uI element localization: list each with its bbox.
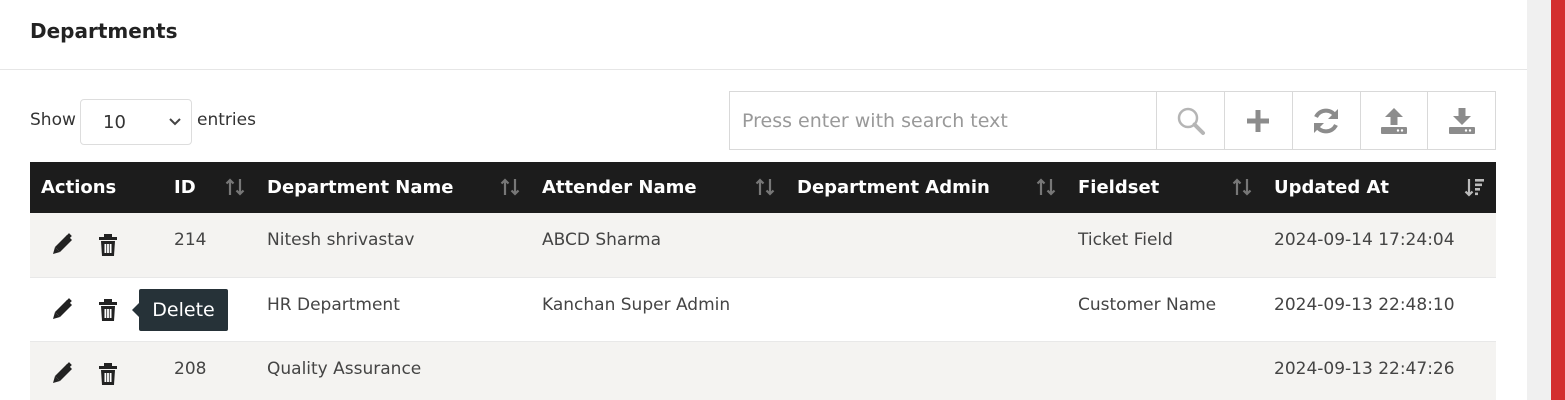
table-row: HR Department Kanchan Super Admin Custom… [30, 277, 1496, 341]
sort-icon [500, 178, 520, 196]
sort-icon [1036, 178, 1056, 196]
download-button[interactable] [1427, 92, 1496, 149]
sort-icon [1232, 178, 1252, 196]
sort-icon [755, 178, 775, 196]
table-row: 214 Nitesh shrivastav ABCD Sharma Ticket… [30, 213, 1496, 277]
search-button[interactable] [1156, 92, 1225, 149]
plus-icon [1247, 109, 1270, 132]
add-button[interactable] [1224, 92, 1292, 149]
row-actions [30, 341, 163, 400]
header-updated-at[interactable]: Updated At [1263, 162, 1496, 213]
header-actions: Actions [41, 177, 117, 198]
cell-department-admin [786, 213, 1067, 277]
cell-department-admin [786, 277, 1067, 341]
cell-department-name: Quality Assurance [267, 358, 422, 379]
scroll-gutter [1527, 0, 1551, 400]
cell-updated-at: 2024-09-14 17:24:04 [1274, 230, 1455, 250]
entries-select-value: 10 [103, 111, 126, 133]
header-department-name[interactable]: Department Name [256, 162, 531, 213]
cell-department-admin [786, 341, 1067, 400]
search-icon [1177, 107, 1205, 135]
trash-icon[interactable] [97, 362, 119, 386]
show-label: Show [30, 110, 76, 130]
table-header-row: Actions ID Department Name Attender Name… [30, 162, 1496, 213]
departments-table-wrap: Actions ID Department Name Attender Name… [30, 162, 1496, 400]
delete-tooltip: Delete [132, 289, 228, 331]
cell-attender-name: ABCD Sharma [542, 230, 662, 250]
cell-fieldset [1067, 341, 1263, 400]
entries-label: entries [197, 110, 256, 130]
edit-icon[interactable] [52, 233, 74, 257]
cell-department-name: Nitesh shrivastav [267, 230, 415, 250]
page-title: Departments [30, 19, 178, 43]
departments-table: Actions ID Department Name Attender Name… [30, 162, 1496, 400]
download-icon [1448, 107, 1475, 134]
header-attender-name[interactable]: Attender Name [531, 162, 786, 213]
row-actions [30, 213, 163, 277]
cell-fieldset: Ticket Field [1078, 230, 1173, 250]
trash-icon[interactable] [97, 233, 119, 257]
entries-select[interactable]: 10 [80, 99, 192, 145]
title-divider [0, 69, 1527, 70]
sort-icon [225, 178, 245, 196]
trash-icon[interactable] [97, 298, 119, 322]
page: Departments Show 10 entries Press enter … [0, 0, 1565, 400]
chevron-down-icon [169, 118, 181, 126]
refresh-button[interactable] [1291, 92, 1360, 149]
upload-icon [1380, 107, 1407, 134]
cell-id: 214 [174, 230, 207, 250]
table-row: 208 Quality Assurance 2024-09-13 22:47:2… [30, 341, 1496, 400]
cell-updated-at: 2024-09-13 22:47:26 [1274, 358, 1455, 379]
accent-strip [1551, 0, 1565, 400]
sort-desc-icon [1464, 179, 1484, 197]
cell-updated-at: 2024-09-13 22:48:10 [1274, 294, 1455, 315]
cell-fieldset: Customer Name [1078, 294, 1217, 315]
search-input[interactable] [730, 92, 1157, 149]
cell-id: 208 [174, 358, 207, 379]
header-fieldset[interactable]: Fieldset [1067, 162, 1263, 213]
upload-button[interactable] [1359, 92, 1428, 149]
header-id[interactable]: ID [163, 162, 256, 213]
cell-attender-name: Kanchan Super Admin [542, 294, 731, 315]
header-department-admin[interactable]: Department Admin [786, 162, 1067, 213]
edit-icon[interactable] [52, 361, 74, 386]
edit-icon[interactable] [52, 297, 74, 322]
toolbar [729, 91, 1496, 150]
cell-attender-name [531, 341, 786, 400]
cell-department-name: HR Department [267, 294, 400, 315]
refresh-icon [1314, 108, 1339, 133]
departments-panel: Departments Show 10 entries Press enter … [0, 0, 1527, 400]
